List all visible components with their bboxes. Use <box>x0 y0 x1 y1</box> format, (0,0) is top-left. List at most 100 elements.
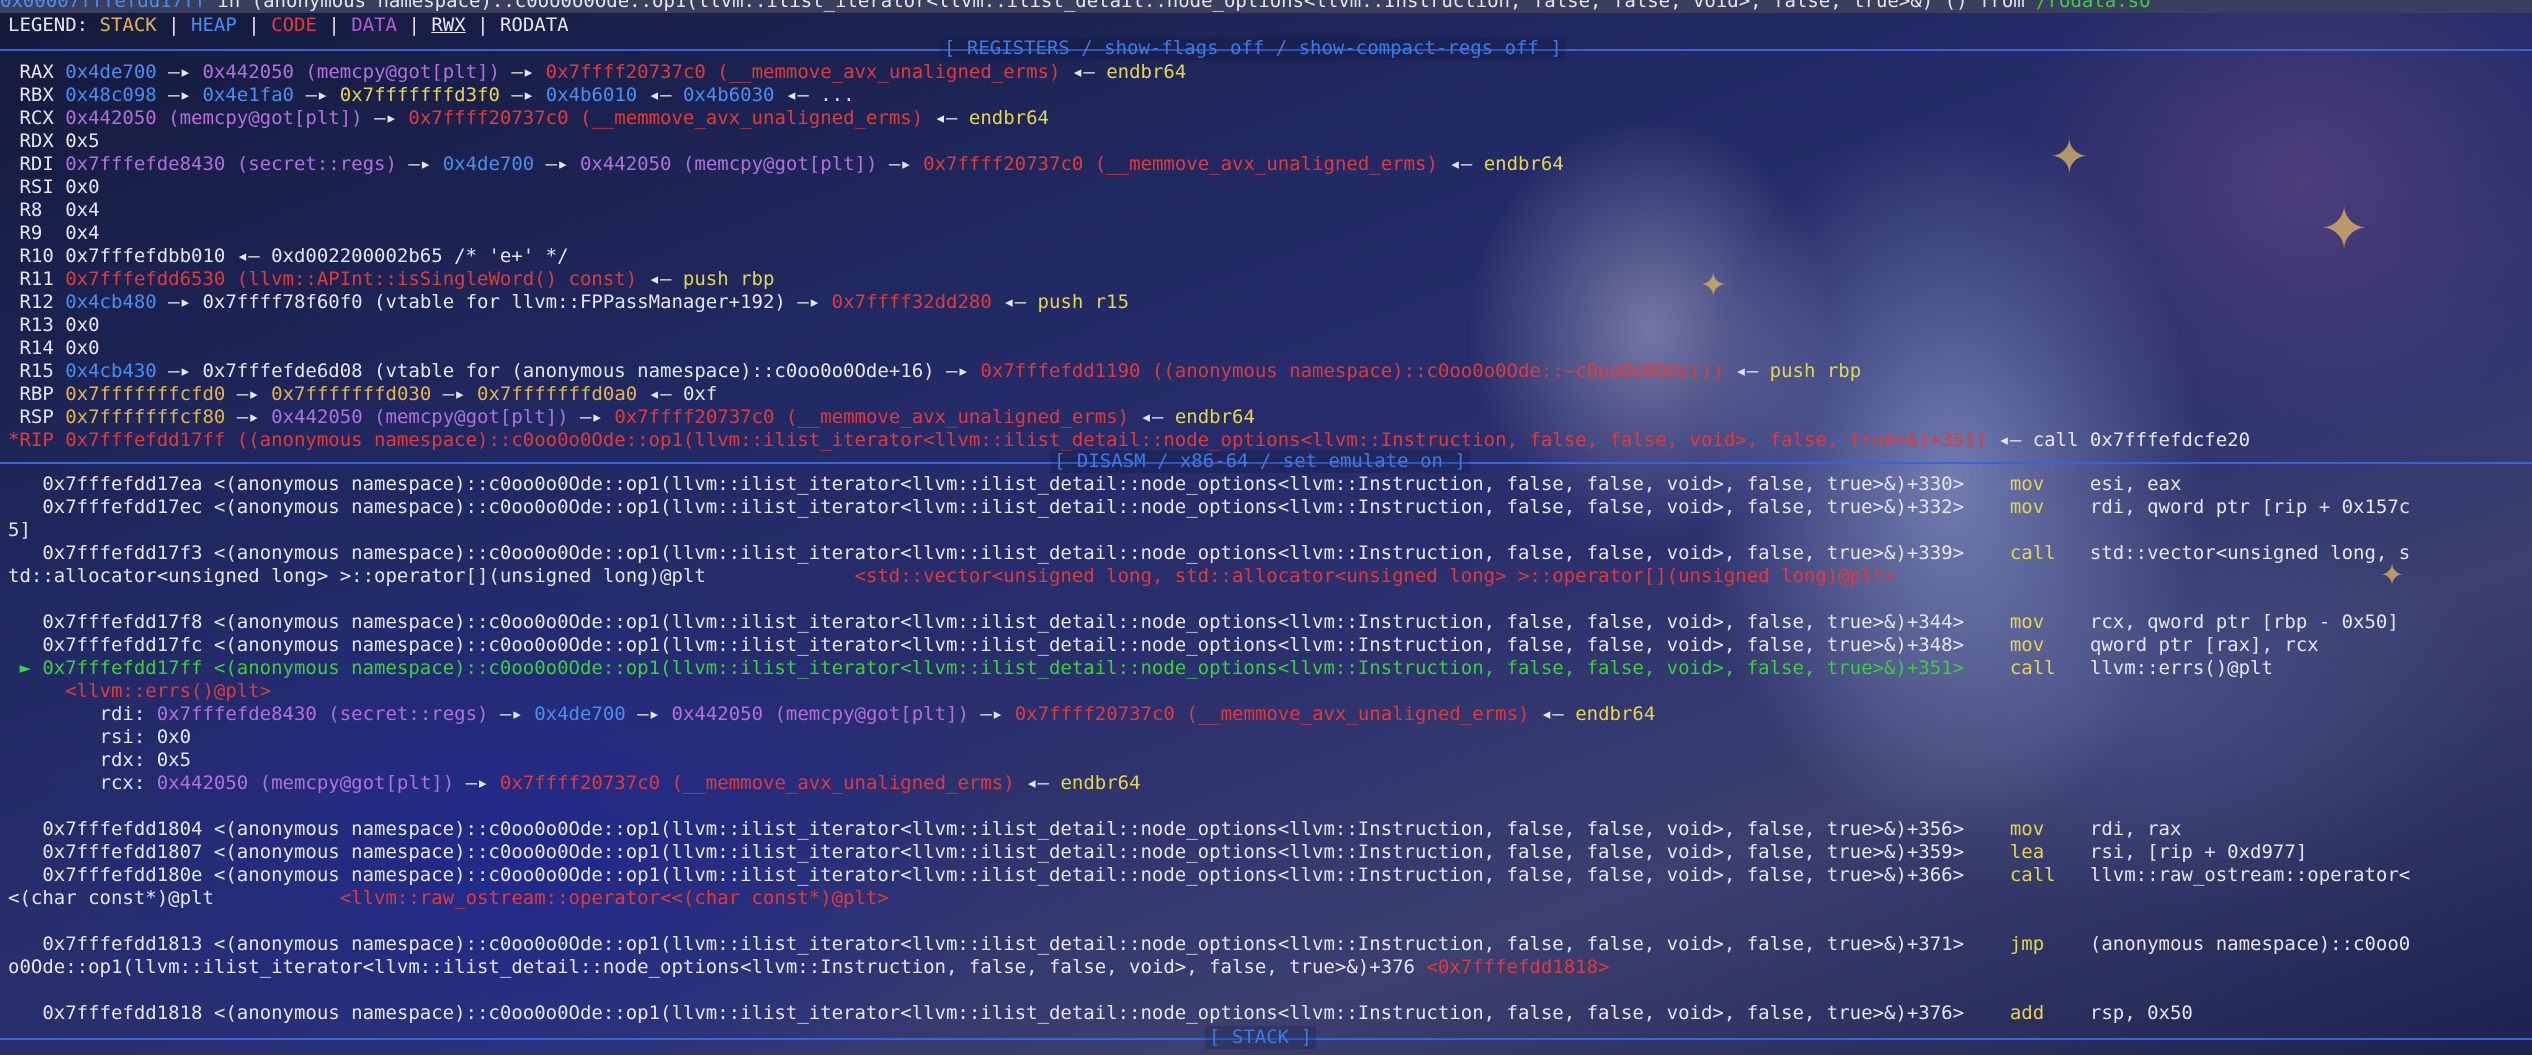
disasm-row: 0x7fffefdd17ea <(anonymous namespace)::c… <box>8 473 2181 496</box>
register-value: —▸ <box>499 84 546 106</box>
argument-name: rdx: <box>8 749 157 771</box>
operands: rsp, 0x50 <box>2044 1002 2193 1024</box>
register-name: RAX <box>8 61 66 83</box>
register-value: ◂— <box>1437 153 1484 175</box>
register-value: 0x442050 (memcpy@got[plt]) <box>579 153 878 175</box>
argument-value: 0x442050 (memcpy@got[plt]) <box>156 772 455 794</box>
legend-separator: | <box>236 14 272 36</box>
disasm-row: rdx: 0x5 <box>8 749 192 772</box>
instruction-address: 0x7fffefdd1813 <(anonymous namespace)::c… <box>8 933 2010 955</box>
instruction-address: 0x7fffefdd17f8 <(anonymous namespace)::c… <box>8 611 2010 633</box>
register-value: endbr64 <box>1174 406 1255 428</box>
register-name: R10 <box>8 245 66 267</box>
register-value: 0x4b6010 <box>545 84 638 106</box>
operands: rcx, qword ptr [rbp - 0x50] <box>2044 611 2399 633</box>
mnemonic: mov <box>2009 818 2045 840</box>
register-value: 0x4 <box>65 222 100 244</box>
argument-value: 0x4de700 <box>534 703 626 725</box>
operands: rdi, rax <box>2044 818 2182 840</box>
disasm-row: ► 0x7fffefdd17ff <(anonymous namespace):… <box>8 657 2273 680</box>
register-value: 0x7ffff32dd280 <box>831 291 992 313</box>
register-value: 0x4e1fa0 <box>202 84 294 106</box>
disasm-row: o0Ode::op1(llvm::ilist_iterator<llvm::il… <box>8 956 1609 979</box>
disasm-row: 0x7fffefdd17fc <(anonymous namespace)::c… <box>8 634 2319 657</box>
register-name: R9 <box>8 222 66 244</box>
register-value: 0x7fffffffd030 <box>271 383 432 405</box>
operands: rdi, qword ptr [rip + 0x157c <box>2044 496 2411 518</box>
operand-continuation: <(char const*)@plt <box>8 887 340 909</box>
register-value: ◂— <box>1723 360 1770 382</box>
register-row: RCX 0x442050 (memcpy@got[plt]) —▸ 0x7fff… <box>8 107 1049 130</box>
argument-value: —▸ <box>968 703 1015 725</box>
register-row: R14 0x0 <box>8 337 99 360</box>
argument-value: endbr64 <box>1060 772 1141 794</box>
operand-continuation: 5] <box>8 519 31 541</box>
register-row: RDI 0x7fffefde8430 (secret::regs) —▸ 0x4… <box>8 153 1563 176</box>
disasm-row: 5] <box>8 519 31 542</box>
mnemonic: call <box>2009 542 2056 564</box>
argument-value: 0x7ffff20737c0 (__memmove_avx_unaligned_… <box>499 772 1015 794</box>
register-row: RBX 0x48c098 —▸ 0x4e1fa0 —▸ 0x7fffffffd3… <box>8 84 854 107</box>
disasm-row: <llvm::errs()@plt> <box>8 680 271 703</box>
register-value: 0x4cb430 <box>65 360 157 382</box>
current-address: 0x00007fffefdd17ff <box>0 0 206 12</box>
register-value: push rbp <box>682 268 775 290</box>
library-path: /rodata.so <box>2036 0 2151 12</box>
register-name: R14 <box>8 337 66 359</box>
register-value: 0x442050 (memcpy@got[plt]) <box>271 406 569 428</box>
register-value: 0x4de700 <box>65 61 157 83</box>
instruction-address: 0x7fffefdd1818 <(anonymous namespace)::c… <box>8 1002 2010 1024</box>
operands: std::vector<unsigned long, s <box>2055 542 2411 564</box>
argument-value: 0x442050 (memcpy@got[plt]) <box>671 703 969 725</box>
disasm-row: 0x7fffefdd1804 <(anonymous namespace)::c… <box>8 818 2181 841</box>
argument-name: rdi: <box>8 703 157 725</box>
register-name: RDI <box>8 153 66 175</box>
mnemonic: mov <box>2009 496 2045 518</box>
mnemonic: mov <box>2009 473 2045 495</box>
mnemonic: mov <box>2009 634 2045 656</box>
register-name: RSI <box>8 176 66 198</box>
location-text: in (anonymous namespace)::c0oo0o0Ode::op… <box>205 0 2037 12</box>
mnemonic: add <box>2009 1002 2045 1024</box>
register-value: ◂— <box>637 268 683 290</box>
register-row: RDX 0x5 <box>8 130 100 153</box>
legend-data: DATA <box>351 14 397 36</box>
register-value: 0x7ffff20737c0 (__memmove_avx_unaligned_… <box>408 107 924 129</box>
argument-value: endbr64 <box>1575 703 1656 725</box>
registers-banner: [ REGISTERS / show-flags off / show-comp… <box>940 37 1566 60</box>
register-value: —▸ <box>225 406 272 428</box>
register-row: R13 0x0 <box>8 314 99 337</box>
register-value: —▸ <box>877 153 924 175</box>
disasm-row: 0x7fffefdd180e <(anonymous namespace)::c… <box>8 864 2410 887</box>
instruction-address: 0x7fffefdd17ec <(anonymous namespace)::c… <box>8 496 2010 518</box>
argument-value: —▸ <box>625 703 672 725</box>
register-value: 0x48c098 <box>65 84 157 106</box>
register-value: 0x4cb480 <box>65 291 157 313</box>
register-value: —▸ <box>568 406 615 428</box>
argument-value: ◂— <box>1529 703 1576 725</box>
register-row: R15 0x4cb430 —▸ 0x7fffefde6d08 (vtable f… <box>8 360 1861 383</box>
disasm-row: 0x7fffefdd1818 <(anonymous namespace)::c… <box>8 1002 2193 1025</box>
legend-separator: | <box>316 14 352 36</box>
register-value: —▸ <box>362 107 409 129</box>
register-row: RBP 0x7fffffffcfd0 —▸ 0x7fffffffd030 —▸ … <box>8 383 717 406</box>
register-value: 0x7fffffffcf80 <box>65 406 226 428</box>
register-value: 0x5 <box>65 130 100 152</box>
register-row: RSP 0x7fffffffcf80 —▸ 0x442050 (memcpy@g… <box>8 406 1255 429</box>
legend-separator: | <box>397 14 432 36</box>
mnemonic: call <box>2009 657 2056 679</box>
register-name: RSP <box>8 406 66 428</box>
operands: qword ptr [rax], rcx <box>2044 634 2319 656</box>
register-value: —▸ 0x7ffff78f60f0 (vtable for llvm::FPPa… <box>156 291 832 313</box>
register-value: 0x0 <box>65 176 100 198</box>
register-name: R13 <box>8 314 66 336</box>
register-value: ◂— <box>1060 61 1107 83</box>
register-value: endbr64 <box>968 107 1049 129</box>
register-value: 0x7fffefdd1190 ((anonymous namespace)::c… <box>980 360 1724 382</box>
register-value: ◂— 0xf <box>637 383 718 405</box>
register-value: 0x7fffefde8430 (secret::regs) <box>65 153 397 175</box>
legend-heap: HEAP <box>191 14 237 36</box>
disasm-row: rdi: 0x7fffefde8430 (secret::regs) —▸ 0x… <box>8 703 1656 726</box>
register-row: R8 0x4 <box>8 199 99 222</box>
mnemonic: call <box>2009 864 2056 886</box>
